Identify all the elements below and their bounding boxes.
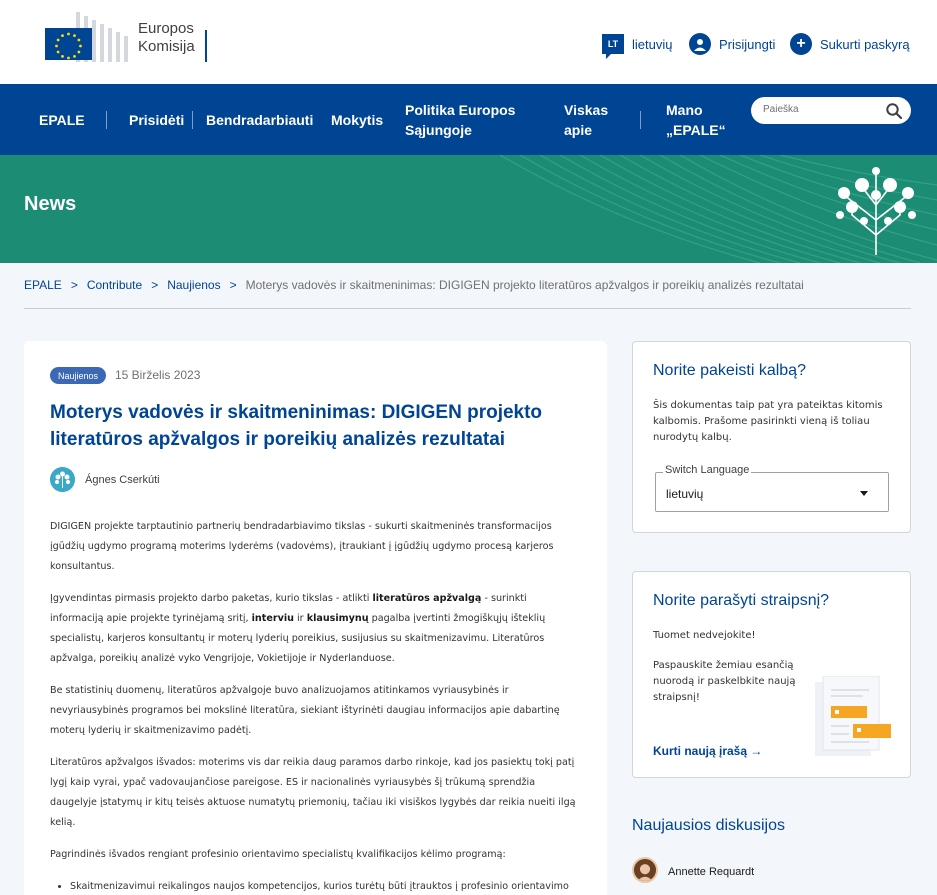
language-card-text: Šis dokumentas taip pat yra pateiktas ki… bbox=[653, 400, 883, 443]
discussion-author-avatar[interactable] bbox=[632, 857, 658, 883]
chevron-right-icon: > bbox=[229, 278, 237, 292]
language-select-label: Switch Language bbox=[663, 464, 752, 476]
text-span: ir bbox=[293, 613, 307, 624]
text-span: Įgyvendintas pirmasis projekto darbo pak… bbox=[50, 593, 373, 604]
write-card-text-2: Paspauskite žemiau esančią nuorodą ir pa… bbox=[653, 660, 796, 703]
breadcrumb: EPALE > Contribute > Naujienos > Moterys… bbox=[24, 277, 804, 293]
user-icon bbox=[689, 33, 711, 55]
language-card-title: Norite pakeisti kalbą? bbox=[653, 362, 806, 379]
nav-item-collaborate[interactable]: Bendradarbiauti bbox=[206, 84, 313, 155]
search-box[interactable]: Paieška bbox=[751, 97, 911, 124]
page-banner: News bbox=[0, 155, 937, 263]
login-label: Prisijungti bbox=[719, 36, 776, 52]
breadcrumb-epale[interactable]: EPALE bbox=[24, 278, 62, 292]
author-avatar[interactable] bbox=[50, 467, 75, 492]
chevron-right-icon: > bbox=[151, 278, 159, 292]
search-input[interactable]: Paieška bbox=[763, 104, 799, 115]
bold-text: klausimynų bbox=[306, 613, 369, 624]
nav-separator bbox=[640, 111, 641, 129]
nav-item-about[interactable]: Viskas apie bbox=[564, 84, 624, 155]
login-link[interactable]: Prisijungti bbox=[689, 32, 775, 56]
write-card-title: Norite parašyti straipsnį? bbox=[653, 592, 830, 609]
paragraph: Literatūros apžvalgos išvados: moterims … bbox=[50, 757, 576, 828]
documents-illustration-icon bbox=[815, 676, 891, 756]
bold-text: literatūros apžvalgą bbox=[372, 593, 482, 604]
nav-separator bbox=[106, 111, 107, 129]
nav-item-my-epale[interactable]: Mano „EPALE“ bbox=[666, 84, 736, 155]
create-post-link[interactable]: Kurti naują įrašą → bbox=[653, 744, 762, 758]
paragraph: Pagrindinės išvados rengiant profesinio … bbox=[50, 849, 506, 860]
chevron-right-icon: > bbox=[70, 278, 78, 292]
language-code-badge: LT bbox=[602, 34, 624, 59]
article-body: DIGIGEN projekte tarptautinio partnerių … bbox=[50, 517, 580, 895]
nav-item-epale[interactable]: EPALE bbox=[39, 84, 85, 155]
language-card: Norite pakeisti kalbą? Šis dokumentas ta… bbox=[632, 341, 911, 533]
logo-line-2: Komisija bbox=[138, 38, 195, 55]
language-switcher[interactable]: LT lietuvių bbox=[602, 32, 673, 59]
discussions-title: Naujausios diskusijos bbox=[632, 817, 785, 834]
page-title: News bbox=[24, 193, 77, 215]
tree-network-icon bbox=[836, 167, 916, 255]
paragraph: Be statistinių duomenų, literatūros apžv… bbox=[50, 685, 560, 736]
findings-list: Skaitmenizavimui reikalingos naujos komp… bbox=[70, 877, 580, 895]
article-card: Naujienos 15 Birželis 2023 Moterys vadov… bbox=[24, 341, 607, 895]
caret-down-icon bbox=[860, 491, 868, 496]
breadcrumb-news[interactable]: Naujienos bbox=[167, 278, 220, 292]
nav-item-contribute[interactable]: Prisidėti bbox=[129, 84, 184, 155]
language-select-value: lietuvių bbox=[666, 487, 704, 501]
register-label: Sukurti paskyrą bbox=[820, 36, 910, 52]
plus-icon: + bbox=[790, 33, 812, 55]
publish-date: 15 Birželis 2023 bbox=[115, 368, 201, 382]
nav-item-learn[interactable]: Mokytis bbox=[331, 84, 383, 155]
list-item: Skaitmenizavimui reikalingos naujos komp… bbox=[70, 877, 580, 895]
nav-item-eu-policy[interactable]: Politika Europos Sąjungoje bbox=[405, 84, 525, 155]
write-article-card: Norite parašyti straipsnį? Tuomet nedvej… bbox=[632, 571, 911, 778]
discussion-author-name[interactable]: Annette Requardt bbox=[668, 866, 754, 878]
author-name[interactable]: Ágnes Cserkúti bbox=[85, 474, 160, 486]
category-tag[interactable]: Naujienos bbox=[50, 367, 107, 384]
breadcrumb-current: Moterys vadovės ir skaitmeninimas: DIGIG… bbox=[245, 278, 804, 292]
language-label: lietuvių bbox=[632, 36, 673, 52]
register-link[interactable]: + Sukurti paskyrą bbox=[790, 32, 910, 56]
paragraph: Įgyvendintas pirmasis projekto darbo pak… bbox=[50, 589, 580, 669]
logo-text: Europos Komisija bbox=[138, 20, 195, 56]
paragraph: DIGIGEN projekte tarptautinio partnerių … bbox=[50, 521, 554, 572]
language-select[interactable]: lietuvių bbox=[655, 472, 889, 512]
top-header: Europos Komisija LT lietuvių Prisijungti… bbox=[0, 0, 937, 84]
logo-divider bbox=[205, 30, 207, 62]
search-icon[interactable] bbox=[885, 102, 903, 120]
bold-text: interviu bbox=[251, 613, 294, 624]
write-card-text-1: Tuomet nedvejokite! bbox=[653, 630, 756, 641]
article-title: Moterys vadovės ir skaitmeninimas: DIGIG… bbox=[50, 402, 543, 450]
breadcrumb-contribute[interactable]: Contribute bbox=[87, 278, 142, 292]
breadcrumb-divider bbox=[24, 308, 911, 309]
nav-separator bbox=[192, 111, 193, 129]
logo-line-1: Europos bbox=[138, 20, 194, 37]
